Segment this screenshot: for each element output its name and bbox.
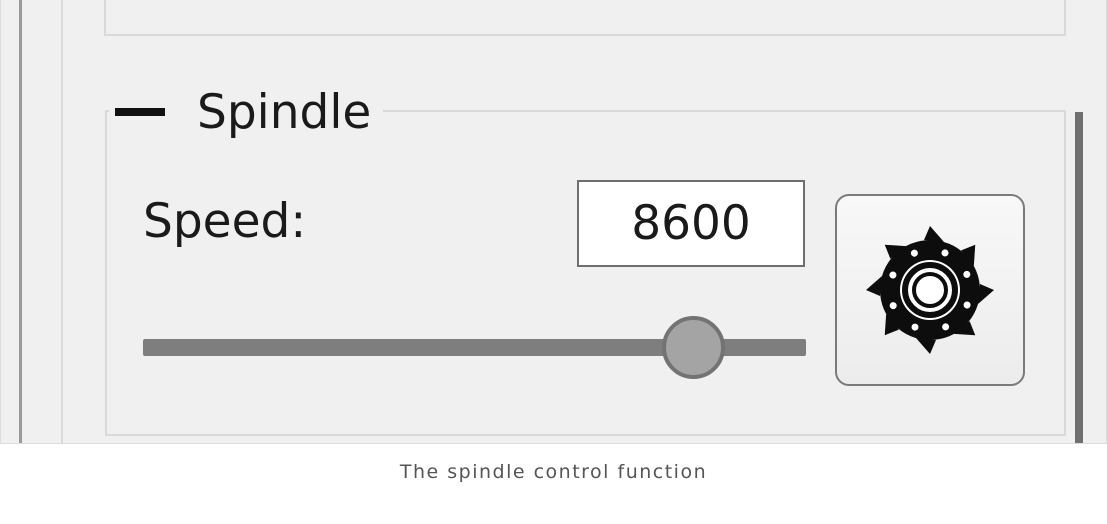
- screenshot-panel: Spindle Speed:: [0, 0, 1107, 444]
- spindle-group-title: Spindle: [197, 84, 372, 140]
- panel-border-inner: [61, 0, 63, 443]
- speed-slider-thumb[interactable]: [661, 316, 725, 379]
- minus-icon[interactable]: [115, 108, 165, 116]
- scrollbar[interactable]: [1075, 112, 1083, 443]
- previous-group-box: [104, 0, 1066, 36]
- figure-caption: The spindle control function: [399, 461, 708, 483]
- speed-input[interactable]: [577, 180, 805, 267]
- speed-label: Speed:: [143, 194, 307, 249]
- spindle-group-header[interactable]: Spindle: [109, 84, 384, 140]
- spindle-toggle-button[interactable]: [835, 194, 1025, 386]
- panel-border-left: [19, 0, 22, 443]
- spindle-cutter-icon: [866, 226, 994, 354]
